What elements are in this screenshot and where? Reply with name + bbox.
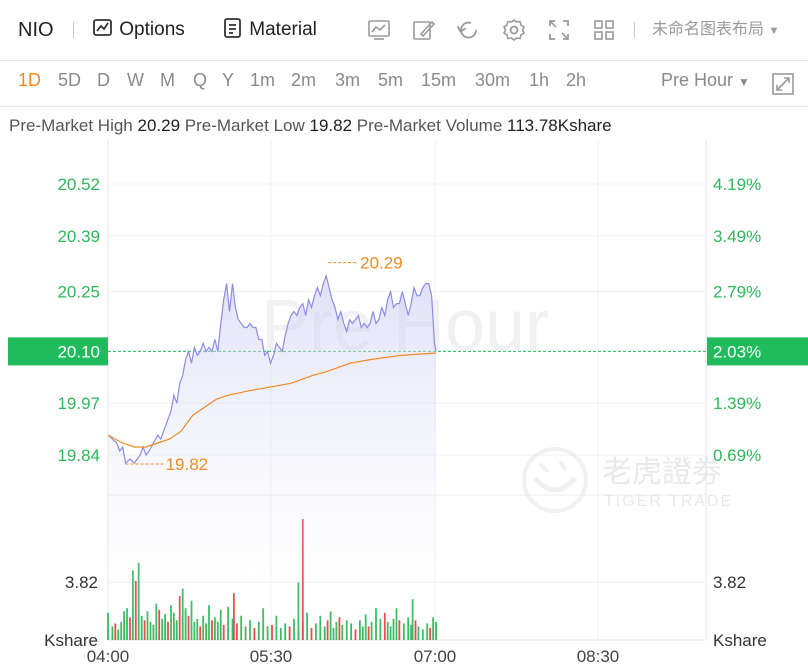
volume-tick-right: 3.82 [713, 573, 746, 592]
period-m[interactable]: M [160, 70, 175, 91]
layout-name: 未命名图表布局 [652, 21, 765, 38]
volume-value: 113.78Kshare [507, 116, 612, 135]
period-1h[interactable]: 1h [529, 70, 549, 91]
chart-style-icon[interactable] [366, 17, 392, 43]
y-tick-label-left: 19.97 [57, 394, 100, 413]
high-value: 20.29 [137, 116, 181, 135]
chart-box-icon [93, 19, 112, 36]
period-5m[interactable]: 5m [378, 70, 403, 91]
grid-layout-icon[interactable] [591, 17, 617, 43]
volume-unit-left: Kshare [44, 631, 98, 650]
period-1d[interactable]: 1D [18, 70, 41, 91]
draw-icon[interactable] [411, 17, 437, 43]
period-15m[interactable]: 15m [421, 70, 456, 91]
y-tick-label-right: 0.69% [713, 446, 761, 465]
low-label: Pre-Market Low [184, 116, 305, 135]
y-tick-label-right: 4.19% [713, 175, 761, 194]
y-tick-label-right: 3.49% [713, 227, 761, 246]
period-2m[interactable]: 2m [291, 70, 316, 91]
y-tick-label-left: 20.39 [57, 227, 100, 246]
session-label: Pre Hour [661, 70, 734, 90]
divider [73, 22, 74, 38]
period-2h[interactable]: 2h [566, 70, 586, 91]
layout-dropdown[interactable]: 未命名图表布局 ▼ [652, 16, 779, 44]
period-q[interactable]: Q [193, 70, 207, 91]
symbol-label[interactable]: NIO [18, 16, 54, 44]
high-label: Pre-Market High [9, 116, 133, 135]
volume-unit-right: Kshare [713, 631, 767, 650]
expand-icon[interactable] [771, 72, 795, 96]
current-price-label: 20.10 [57, 342, 100, 361]
reset-icon[interactable] [456, 17, 482, 43]
caret-down-icon: ▼ [738, 75, 750, 89]
x-tick-label: 08:30 [577, 647, 620, 666]
period-y[interactable]: Y [222, 70, 234, 91]
period-30m[interactable]: 30m [475, 70, 510, 91]
session-dropdown[interactable]: Pre Hour ▼ [661, 70, 750, 91]
price-chart[interactable]: Pre Hour 老虎證劵 TIGER TRADE 20.2919.82 04:… [0, 140, 808, 672]
period-bar: 1D 5D D W M Q Y 1m 2m 3m 5m 15m 30m 1h 2h Pre Hour ▼ [0, 60, 808, 107]
tiger-logo-icon [522, 447, 588, 513]
low-annotation: 19.82 [166, 455, 209, 474]
period-d[interactable]: D [97, 70, 110, 91]
volume-label: Pre-Market Volume [356, 116, 503, 135]
document-icon [224, 18, 241, 38]
options-label: Options [119, 19, 185, 40]
caret-down-icon: ▼ [768, 25, 780, 37]
fullscreen-icon[interactable] [546, 17, 572, 43]
y-tick-label-left: 20.52 [57, 175, 100, 194]
y-tick-label-left: 19.84 [57, 446, 100, 465]
current-pct-label: 2.03% [713, 342, 761, 361]
period-3m[interactable]: 3m [335, 70, 360, 91]
period-1m[interactable]: 1m [250, 70, 275, 91]
premarket-stats: Pre-Market High 20.29 Pre-Market Low 19.… [9, 116, 612, 136]
watermark-brand-en: TIGER TRADE [604, 493, 733, 510]
settings-icon[interactable] [501, 17, 527, 43]
material-button[interactable]: Material [222, 16, 317, 44]
period-w[interactable]: W [127, 70, 144, 91]
period-5d[interactable]: 5D [58, 70, 81, 91]
y-tick-label-right: 2.79% [713, 283, 761, 302]
options-button[interactable]: Options [92, 16, 185, 44]
volume-tick-left: 3.82 [65, 573, 98, 592]
toolbar: NIO Options Material 未命名图表布局 ▼ [0, 0, 808, 61]
y-tick-label-right: 1.39% [713, 394, 761, 413]
material-label: Material [249, 19, 317, 40]
x-tick-label: 07:00 [414, 647, 457, 666]
high-annotation: 20.29 [360, 254, 403, 273]
y-tick-label-left: 20.25 [57, 283, 100, 302]
divider [634, 22, 635, 38]
low-value: 19.82 [309, 116, 353, 135]
watermark-brand-cn: 老虎證劵 [602, 455, 722, 490]
x-tick-label: 05:30 [250, 647, 293, 666]
